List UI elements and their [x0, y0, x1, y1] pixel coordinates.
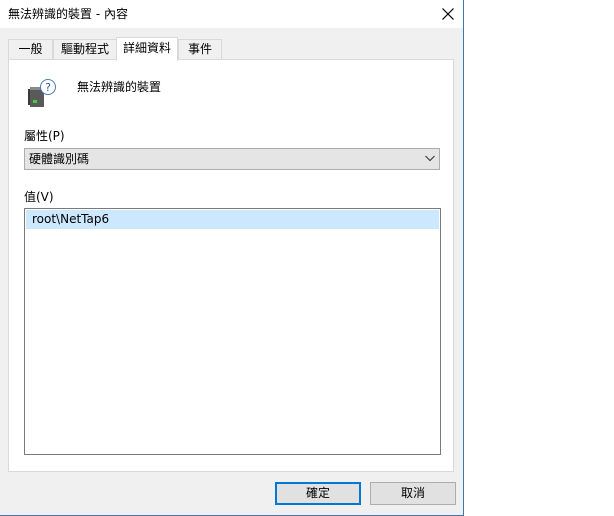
tab-details[interactable]: 詳細資料	[116, 37, 178, 61]
property-dropdown[interactable]: 硬體識別碼	[24, 148, 440, 170]
value-label: 值(V)	[24, 190, 54, 204]
svg-text:?: ?	[45, 81, 51, 94]
list-item-text: root\NetTap6	[32, 212, 110, 226]
close-button[interactable]	[434, 2, 462, 26]
properties-dialog: 無法辨識的裝置 - 內容 一般 驅動程式 詳細資料 事件 ? 無法辨識的裝置 屬…	[0, 0, 464, 516]
unknown-device-icon: ?	[25, 78, 57, 110]
details-panel: ? 無法辨識的裝置 屬性(P) 硬體識別碼 值(V) root\NetTap6	[8, 59, 454, 472]
device-name: 無法辨識的裝置	[77, 80, 162, 94]
tab-events[interactable]: 事件	[178, 39, 222, 59]
cancel-button[interactable]: 取消	[370, 482, 456, 505]
close-icon	[442, 8, 454, 20]
window-title: 無法辨識的裝置 - 內容	[8, 7, 128, 21]
chevron-down-icon	[425, 155, 435, 162]
tab-driver[interactable]: 驅動程式	[53, 39, 117, 59]
list-item[interactable]: root\NetTap6	[26, 210, 439, 229]
property-selected-value: 硬體識別碼	[29, 152, 90, 166]
ok-button[interactable]: 確定	[275, 482, 361, 505]
value-listbox[interactable]: root\NetTap6	[24, 208, 441, 455]
title-bar[interactable]: 無法辨識的裝置 - 內容	[0, 0, 463, 28]
property-label: 屬性(P)	[24, 129, 65, 143]
tab-general[interactable]: 一般	[8, 39, 53, 59]
